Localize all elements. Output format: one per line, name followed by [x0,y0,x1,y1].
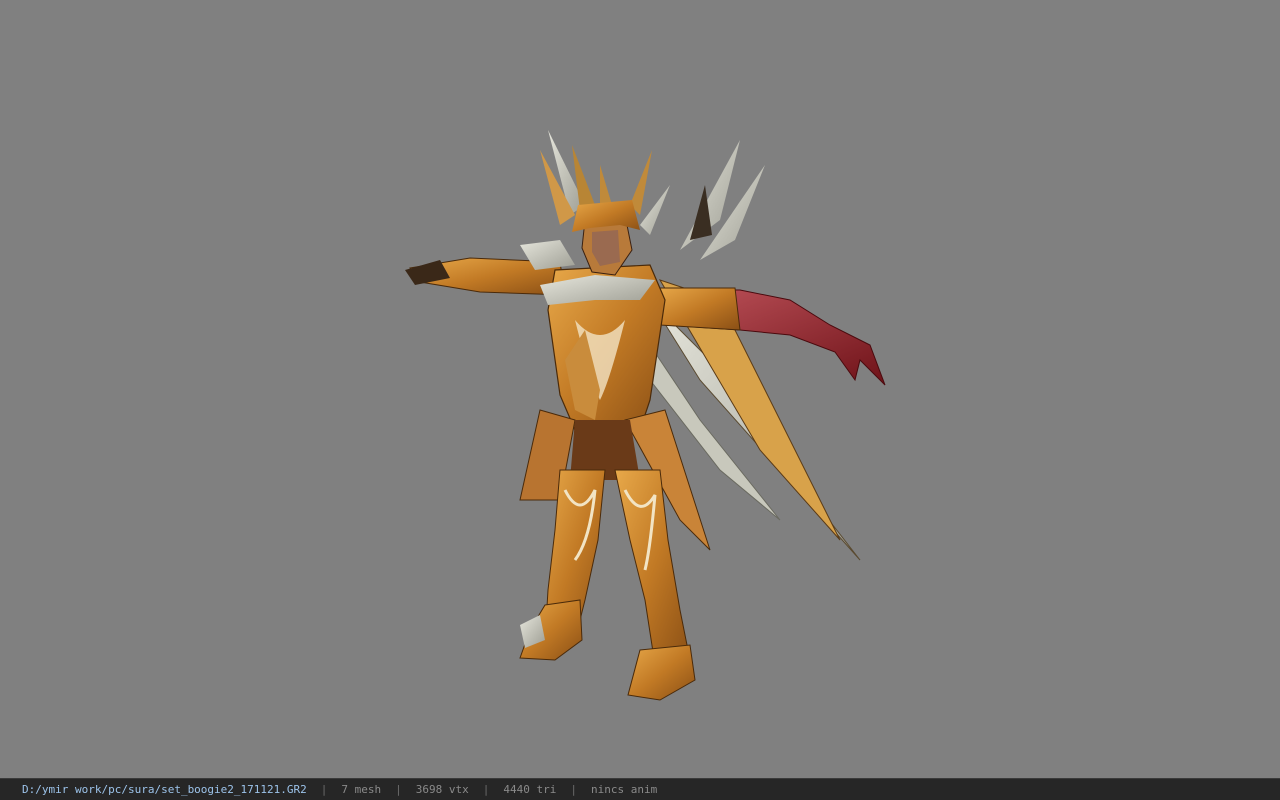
file-path: D:/ymir work/pc/sura/set_boogie2_171121.… [22,783,307,796]
triangle-count: 4440 tri [503,783,557,796]
status-bar: D:/ymir work/pc/sura/set_boogie2_171121.… [0,778,1280,800]
animation-info: nincs anim [591,783,658,796]
separator: | [395,783,402,796]
mesh-count: 7 mesh [341,783,382,796]
3d-viewport[interactable] [0,0,1280,778]
character-model [405,130,886,701]
separator: | [482,783,490,796]
separator: | [320,783,328,796]
claw-arm [654,287,886,386]
head [572,200,640,276]
separator: | [570,783,577,796]
vertex-count: 3698 vtx [415,783,469,796]
skirt-plates [519,409,711,551]
torso [540,264,666,431]
